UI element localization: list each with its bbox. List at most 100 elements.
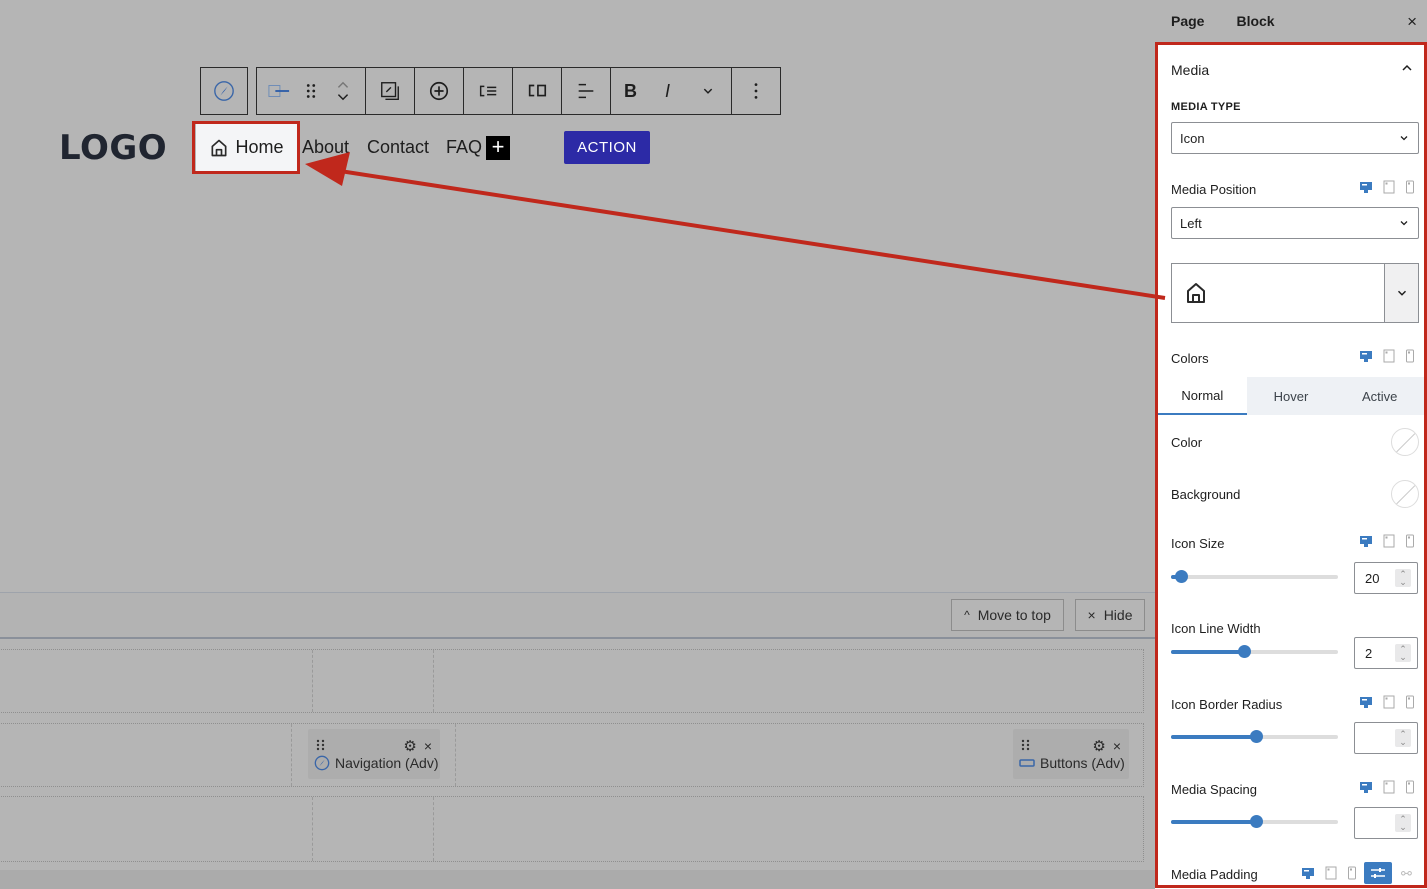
icon-line-width-input[interactable]: 2 ⌃ ⌄: [1354, 637, 1418, 669]
desktop-icon[interactable]: [1359, 695, 1373, 709]
add-nav-item-button[interactable]: +: [486, 136, 510, 160]
settings-sidebar: Page Block × Media MEDIA TYPE Icon Media…: [1155, 0, 1427, 889]
chevron-up-icon[interactable]: [1399, 60, 1415, 81]
desktop-icon[interactable]: [1359, 180, 1373, 194]
icon-size-label: Icon Size: [1171, 536, 1225, 551]
media-position-select[interactable]: Left: [1171, 207, 1419, 239]
unlink-icon[interactable]: ⚯: [1401, 866, 1412, 882]
slider-thumb[interactable]: [1175, 570, 1189, 583]
mobile-icon[interactable]: [1405, 180, 1415, 194]
stepper-icon[interactable]: ⌃ ⌄: [1395, 729, 1411, 747]
colors-label: Colors: [1171, 351, 1209, 366]
tablet-icon[interactable]: [1383, 180, 1395, 194]
mobile-icon[interactable]: [1405, 780, 1415, 794]
tablet-icon[interactable]: [1383, 695, 1395, 709]
desktop-icon[interactable]: [1359, 780, 1373, 794]
responsive-toggle: [1359, 180, 1415, 194]
color-label: Color: [1171, 435, 1203, 450]
desktop-icon[interactable]: [1301, 866, 1315, 880]
tab-page[interactable]: Page: [1171, 13, 1204, 29]
action-button[interactable]: ACTION: [564, 131, 650, 164]
stepper-icon[interactable]: ⌃ ⌄: [1395, 569, 1411, 587]
buttons-icon: [1019, 758, 1035, 768]
align-left-icon[interactable]: [574, 79, 598, 103]
slider-thumb[interactable]: [1238, 645, 1252, 658]
media-spacing-input[interactable]: ⌃ ⌄: [1354, 807, 1418, 839]
replace-media-icon[interactable]: [378, 79, 402, 103]
navigation-compass-icon: [212, 79, 236, 103]
drag-handle-icon[interactable]: [300, 79, 322, 103]
bold-icon[interactable]: B: [623, 79, 638, 103]
tablet-icon[interactable]: [1383, 534, 1395, 548]
gear-icon[interactable]: ⚙: [403, 737, 416, 755]
sliders-icon: [1371, 868, 1385, 878]
close-icon[interactable]: ×: [1113, 738, 1121, 754]
color-swatch[interactable]: [1391, 428, 1419, 456]
section-bar: ^ Move to top × Hide: [0, 592, 1155, 639]
drag-handle-icon[interactable]: [316, 738, 326, 754]
more-formatting-chevron-icon[interactable]: [697, 79, 719, 103]
site-logo[interactable]: LOGO: [59, 128, 167, 168]
slider-thumb[interactable]: [1250, 730, 1264, 743]
stepper-icon[interactable]: ⌃ ⌄: [1395, 814, 1411, 832]
mobile-icon[interactable]: [1405, 695, 1415, 709]
close-icon[interactable]: ×: [424, 738, 432, 754]
navigation-widget[interactable]: ⚙ × Navigation (Adv): [308, 729, 440, 779]
mobile-icon[interactable]: [1347, 866, 1357, 880]
indent-list-icon[interactable]: [476, 79, 500, 103]
media-position-value: Left: [1180, 215, 1202, 231]
slider-thumb[interactable]: [1250, 815, 1264, 828]
tab-normal[interactable]: Normal: [1158, 377, 1247, 415]
move-up-down-icon[interactable]: [332, 79, 354, 103]
icon-border-radius-label: Icon Border Radius: [1171, 697, 1283, 712]
stepper-icon[interactable]: ⌃ ⌄: [1395, 644, 1411, 662]
background-swatch[interactable]: [1391, 480, 1419, 508]
media-type-label: MEDIA TYPE: [1171, 101, 1241, 113]
tab-block[interactable]: Block: [1236, 13, 1274, 29]
gear-icon[interactable]: ⚙: [1092, 737, 1105, 755]
drag-handle-icon[interactable]: [1021, 738, 1031, 754]
sidebar-header: Page Block ×: [1155, 0, 1427, 42]
navigation-compass-icon: [314, 755, 330, 771]
block-type-button[interactable]: [200, 67, 248, 115]
mobile-icon[interactable]: [1405, 349, 1415, 363]
tablet-icon[interactable]: [1383, 349, 1395, 363]
icon-line-width-slider[interactable]: [1171, 645, 1338, 658]
icon-picker-dropdown[interactable]: [1384, 264, 1418, 322]
options-kebab-icon[interactable]: [744, 79, 768, 103]
tablet-icon[interactable]: [1325, 866, 1337, 880]
responsive-toggle: [1301, 866, 1357, 880]
icon-size-slider[interactable]: [1171, 570, 1338, 583]
section-title[interactable]: Media: [1171, 62, 1209, 78]
custom-sides-toggle[interactable]: [1364, 862, 1392, 884]
desktop-icon[interactable]: [1359, 534, 1373, 548]
move-to-top-button[interactable]: ^ Move to top: [951, 599, 1064, 631]
tablet-icon[interactable]: [1383, 780, 1395, 794]
responsive-toggle: [1359, 534, 1415, 548]
nav-item-home[interactable]: Home: [196, 124, 297, 171]
media-panel: Media MEDIA TYPE Icon Media Position Lef…: [1155, 42, 1427, 888]
editor-canvas: B I LOGO Home About Contact FAQ + ACTION…: [0, 0, 1155, 889]
media-spacing-slider[interactable]: [1171, 815, 1338, 828]
submenu-icon[interactable]: [525, 79, 549, 103]
background-label: Background: [1171, 487, 1241, 502]
nav-item-contact[interactable]: Contact: [367, 137, 429, 158]
italic-icon[interactable]: I: [660, 79, 675, 103]
nav-item-about[interactable]: About: [302, 137, 349, 158]
icon-picker[interactable]: [1171, 263, 1419, 323]
icon-size-input[interactable]: 20 ⌃ ⌄: [1354, 562, 1418, 594]
hide-button[interactable]: × Hide: [1075, 599, 1145, 631]
close-icon[interactable]: ×: [1407, 12, 1417, 32]
icon-border-radius-input[interactable]: ⌃ ⌄: [1354, 722, 1418, 754]
buttons-widget[interactable]: ⚙ × Buttons (Adv): [1013, 729, 1129, 779]
tab-active[interactable]: Active: [1335, 377, 1424, 415]
tab-hover[interactable]: Hover: [1247, 377, 1336, 415]
media-type-select[interactable]: Icon: [1171, 122, 1419, 154]
icon-border-radius-slider[interactable]: [1171, 730, 1338, 743]
nav-item-faq[interactable]: FAQ: [446, 137, 482, 158]
layout-row: [0, 796, 1144, 862]
desktop-icon[interactable]: [1359, 349, 1373, 363]
mobile-icon[interactable]: [1405, 534, 1415, 548]
link-item-icon[interactable]: [268, 79, 290, 103]
add-item-icon[interactable]: [427, 79, 451, 103]
